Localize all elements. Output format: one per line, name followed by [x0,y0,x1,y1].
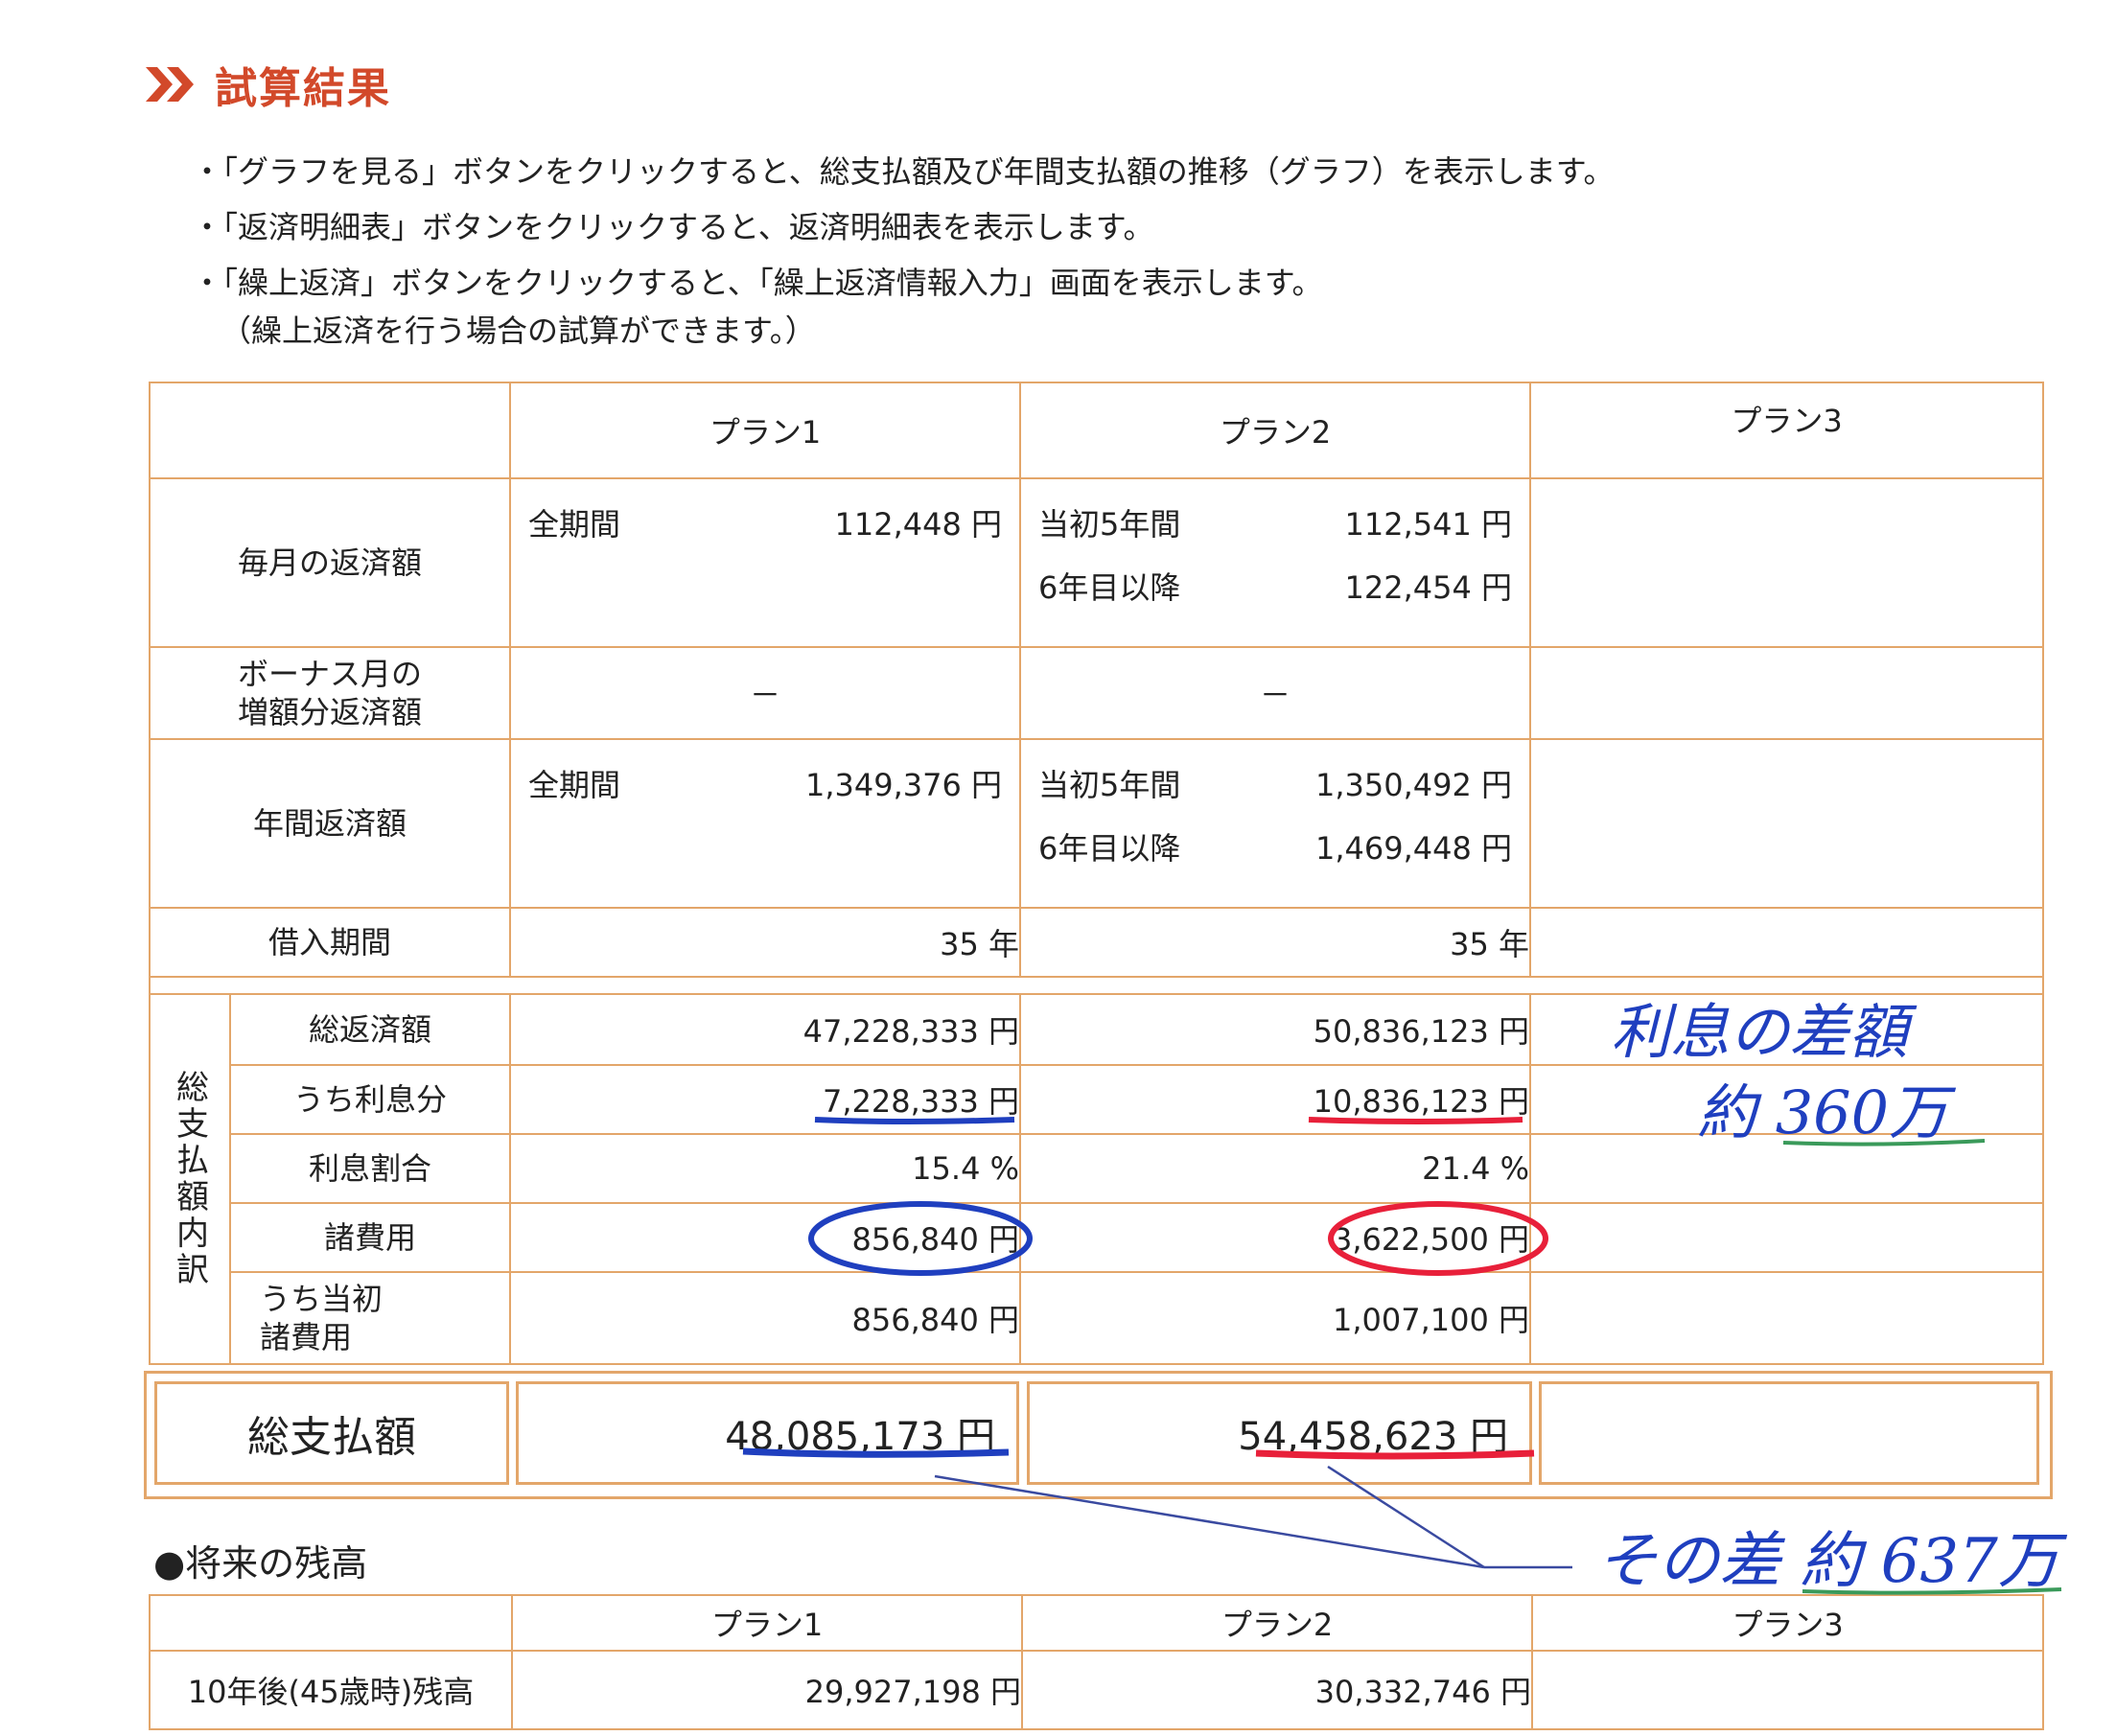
fees-p1-circle [808,1201,1033,1276]
handwritten-annotations: 利息の差額 約 360万 その差 約 637万 [742,997,2068,1597]
connector-line-1 [934,1474,1485,1569]
fees-p2-circle [1328,1201,1548,1276]
interest-diff-note-2: 約 360万 [1697,1077,1957,1147]
interest-diff-note-1: 利息の差額 [1611,997,1918,1067]
total-p2-underline [1255,1449,1535,1460]
total-diff-note: その差 約 637万 [1596,1526,2068,1597]
interest-p2-underline [1308,1117,1523,1124]
total-p1-underline [742,1447,1010,1458]
interest-p1-underline [814,1117,1015,1124]
connector-line-2 [1327,1465,1485,1569]
